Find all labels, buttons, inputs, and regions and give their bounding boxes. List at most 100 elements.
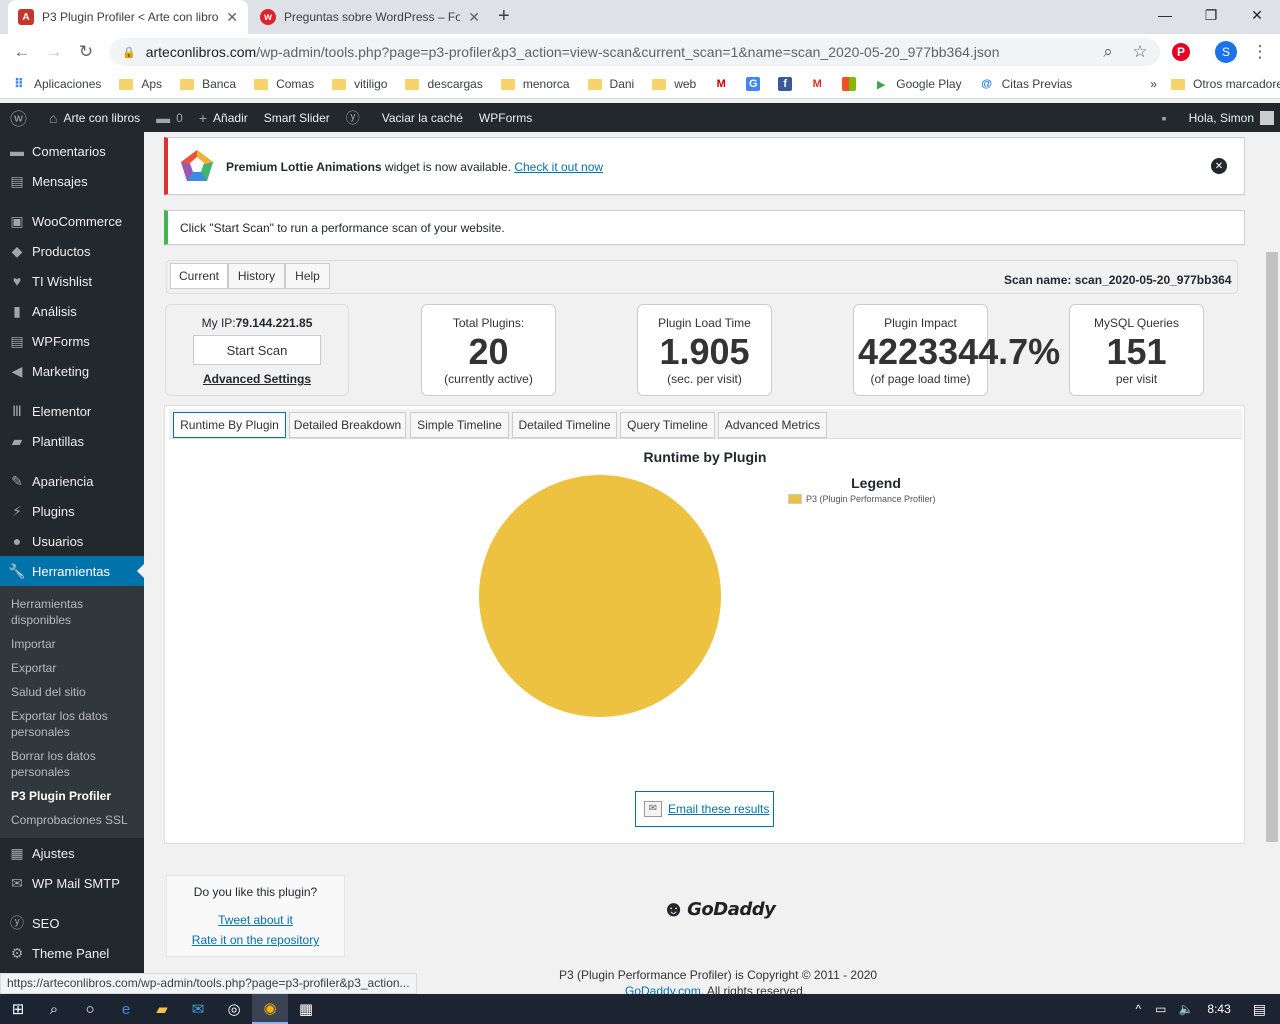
sidebar-item-ajustes[interactable]: ▦ Ajustes xyxy=(0,838,144,868)
sidebar-item-wpforms[interactable]: ▤ WPForms xyxy=(0,326,144,356)
task-view-icon[interactable]: ○ xyxy=(72,994,108,1024)
volume-icon[interactable]: 🔈 xyxy=(1178,1002,1193,1016)
windows-start-icon[interactable]: ⊞ xyxy=(0,994,36,1024)
tab-current[interactable]: Current xyxy=(170,263,228,289)
tweet-link[interactable]: Tweet about it xyxy=(218,913,293,927)
sidebar-item-plugins[interactable]: ⚡ Plugins xyxy=(0,496,144,526)
bookmark-microsoft[interactable] xyxy=(842,77,864,91)
start-scan-button[interactable]: Start Scan xyxy=(193,335,321,365)
file-explorer-icon[interactable]: ▰ xyxy=(144,994,180,1024)
forward-arrow-icon[interactable]: → xyxy=(42,40,66,64)
submenu-ssl[interactable]: Comprobaciones SSL xyxy=(0,808,144,832)
sidebar-item-wp-mail[interactable]: ✉ WP Mail SMTP xyxy=(0,868,144,898)
sidebar-item-herramientas[interactable]: 🔧 Herramientas xyxy=(0,556,144,586)
tab-runtime-by-plugin[interactable]: Runtime By Plugin xyxy=(173,412,286,438)
close-tab-icon[interactable]: ✕ xyxy=(468,9,480,26)
submenu-borrar-datos[interactable]: Borrar los datos personales xyxy=(0,744,144,784)
sidebar-item-plantillas[interactable]: ▰ Plantillas xyxy=(0,426,144,456)
bookmark-apps[interactable]: ⠿ Aplicaciones xyxy=(12,76,101,91)
sidebar-item-wishlist[interactable]: ♥ TI Wishlist xyxy=(0,266,144,296)
tab-query-timeline[interactable]: Query Timeline xyxy=(620,412,715,438)
bookmark-star-icon[interactable]: ☆ xyxy=(1128,40,1152,64)
back-arrow-icon[interactable]: ← xyxy=(10,40,34,64)
adminbar-account[interactable]: Hola, Simon xyxy=(1189,110,1274,125)
bookmark-gmail[interactable]: M xyxy=(810,77,832,91)
adminbar-wpforms[interactable]: WPForms xyxy=(479,111,532,125)
dismiss-notice-icon[interactable]: ✕ xyxy=(1211,158,1227,174)
adminbar-smart-slider[interactable]: Smart Slider xyxy=(264,111,330,125)
adminbar-site[interactable]: ⌂ Arte con libros xyxy=(49,110,140,126)
adminbar-notifications[interactable]: ▪ xyxy=(1162,110,1173,126)
tray-chevron-icon[interactable]: ^ xyxy=(1135,1002,1141,1016)
tab-help[interactable]: Help xyxy=(285,263,330,289)
submenu-herramientas-disponibles[interactable]: Herramientas disponibles xyxy=(0,592,144,632)
submenu-salud-sitio[interactable]: Salud del sitio xyxy=(0,680,144,704)
bookmark-translate[interactable]: G xyxy=(746,77,768,91)
advanced-settings-link[interactable]: Advanced Settings xyxy=(166,372,348,386)
bookmark-folder[interactable]: web xyxy=(652,77,696,91)
mail-icon[interactable]: ✉ xyxy=(180,994,216,1024)
bookmark-other[interactable]: Otros marcadores xyxy=(1170,77,1280,91)
sidebar-item-usuarios[interactable]: ● Usuarios xyxy=(0,526,144,556)
chrome-icon[interactable]: ◉ xyxy=(252,994,288,1024)
page-scrollbar-thumb[interactable] xyxy=(1266,252,1278,842)
tab-simple-timeline[interactable]: Simple Timeline xyxy=(410,412,509,438)
rate-link[interactable]: Rate it on the repository xyxy=(192,933,319,947)
new-tab-button[interactable]: + xyxy=(498,5,510,28)
submenu-exportar-datos[interactable]: Exportar los datos personales xyxy=(0,704,144,744)
calculator-icon[interactable]: ▦ xyxy=(288,994,324,1024)
browser-app-icon[interactable]: ◎ xyxy=(216,994,252,1024)
adminbar-comments[interactable]: ▬ 0 xyxy=(156,110,183,126)
close-window-icon[interactable]: ✕ xyxy=(1234,0,1280,30)
maximize-icon[interactable]: ❐ xyxy=(1188,0,1234,30)
network-icon[interactable]: ▭ xyxy=(1155,1002,1166,1016)
reload-icon[interactable]: ↻ xyxy=(74,40,98,64)
tab-history[interactable]: History xyxy=(228,263,285,289)
sidebar-item-theme-panel[interactable]: ⚙ Theme Panel xyxy=(0,938,144,968)
bookmark-folder[interactable]: Comas xyxy=(254,77,314,91)
sidebar-item-analisis[interactable]: ▮ Análisis xyxy=(0,296,144,326)
tab-advanced-metrics[interactable]: Advanced Metrics xyxy=(718,412,827,438)
notifications-icon[interactable]: ▤ xyxy=(1253,1001,1266,1018)
sidebar-item-elementor[interactable]: Ⅲ Elementor xyxy=(0,396,144,426)
submenu-p3-profiler[interactable]: P3 Plugin Profiler xyxy=(0,784,144,808)
email-results-button[interactable]: ✉ Email these results xyxy=(635,791,774,827)
tab-detailed-breakdown[interactable]: Detailed Breakdown xyxy=(289,412,406,438)
zoom-search-icon[interactable]: ⌕ xyxy=(1096,40,1120,64)
bookmark-google-play[interactable]: ▶ Google Play xyxy=(874,77,962,91)
adminbar-yoast[interactable]: ⓨ xyxy=(346,108,366,128)
close-tab-icon[interactable]: ✕ xyxy=(226,9,238,26)
address-bar[interactable]: 🔒 arteconlibros.com/wp-admin/tools.php?p… xyxy=(110,38,1160,66)
bookmark-folder[interactable]: menorca xyxy=(500,77,570,91)
browser-tab-inactive[interactable]: w Preguntas sobre WordPress – Fo ✕ xyxy=(250,0,490,34)
sidebar-item-apariencia[interactable]: ✎ Apariencia xyxy=(0,466,144,496)
menu-kebab-icon[interactable]: ⋮ xyxy=(1248,40,1272,64)
bookmark-mcafee[interactable]: M xyxy=(714,77,736,91)
bookmark-folder[interactable]: descargas xyxy=(405,77,483,91)
adminbar-clear-cache[interactable]: Vaciar la caché xyxy=(382,111,463,125)
minimize-icon[interactable]: — xyxy=(1142,0,1188,30)
tab-detailed-timeline[interactable]: Detailed Timeline xyxy=(512,412,617,438)
godaddy-logo[interactable]: ☻ GoDaddy xyxy=(662,896,776,922)
browser-tab-active[interactable]: A P3 Plugin Profiler < Arte con libros ✕ xyxy=(8,0,248,34)
check-it-out-link[interactable]: Check it out now xyxy=(514,160,603,174)
bookmark-facebook[interactable]: f xyxy=(778,77,800,91)
bookmark-folder[interactable]: vitiligo xyxy=(332,77,387,91)
bookmarks-more-chevron[interactable]: » xyxy=(1150,77,1157,91)
email-results-link[interactable]: Email these results xyxy=(668,802,769,816)
wordpress-logo-icon[interactable]: ⓦ xyxy=(10,105,33,130)
sidebar-item-marketing[interactable]: ◀ Marketing xyxy=(0,356,144,386)
pie-slice[interactable] xyxy=(479,475,721,717)
sidebar-item-woocommerce[interactable]: ▣ WooCommerce xyxy=(0,206,144,236)
sidebar-item-seo[interactable]: ⓨ SEO xyxy=(0,908,144,938)
bookmark-folder[interactable]: Banca xyxy=(180,77,236,91)
edge-icon[interactable]: e xyxy=(108,994,144,1024)
submenu-exportar[interactable]: Exportar xyxy=(0,656,144,680)
submenu-importar[interactable]: Importar xyxy=(0,632,144,656)
bookmark-folder[interactable]: Aps xyxy=(119,77,162,91)
sidebar-item-mensajes[interactable]: ▤ Mensajes xyxy=(0,166,144,196)
search-icon[interactable]: ⌕ xyxy=(36,994,72,1024)
clock[interactable]: 8:43 xyxy=(1207,1002,1230,1016)
profile-avatar[interactable]: S xyxy=(1215,41,1237,63)
sidebar-item-comentarios[interactable]: ▬ Comentarios xyxy=(0,136,144,166)
